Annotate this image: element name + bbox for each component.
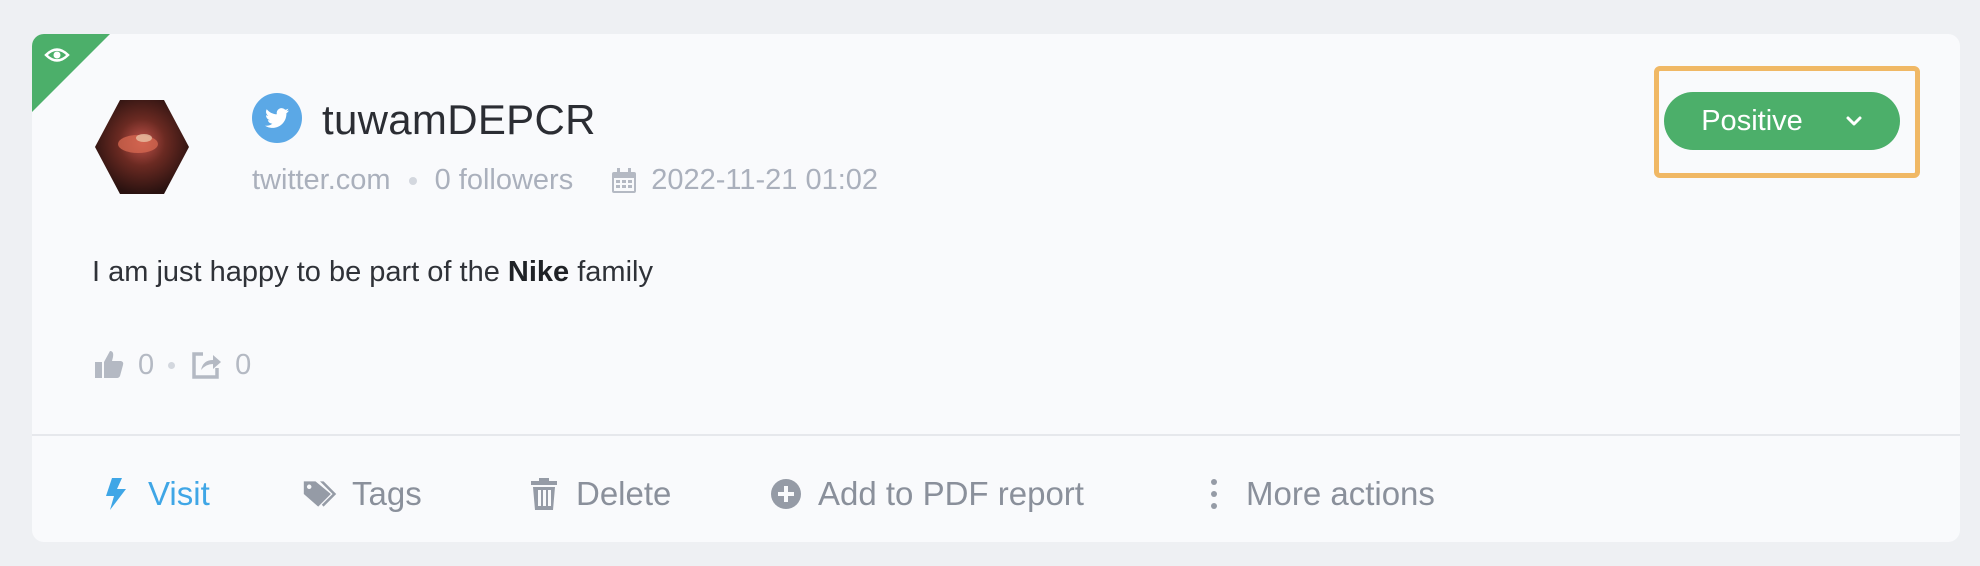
- add-to-pdf-label: Add to PDF report: [818, 475, 1084, 512]
- tags-icon: [303, 481, 337, 507]
- divider: [32, 434, 1960, 436]
- more-actions-label: More actions: [1246, 475, 1435, 512]
- engagement-stats: 0 0: [92, 348, 251, 382]
- shares-count: 0: [235, 348, 252, 381]
- keyword-highlight: Nike: [507, 256, 570, 288]
- separator-dot: [168, 361, 176, 369]
- tags-button[interactable]: Tags: [302, 464, 422, 524]
- delete-button[interactable]: Delete: [526, 464, 671, 524]
- delete-label: Delete: [576, 475, 672, 512]
- post-text: I am just happy to be part of the Nike f…: [92, 256, 653, 289]
- tags-label: Tags: [352, 475, 422, 512]
- share-icon: [192, 352, 222, 379]
- separator-dot: [408, 176, 417, 185]
- author-name[interactable]: tuwamDEPCR: [322, 96, 596, 144]
- plus-circle-icon: [771, 479, 801, 509]
- post-meta: twitter.com 0 followers 2022-11-21 01:02: [252, 164, 878, 197]
- sentiment-label: Positive: [1701, 104, 1803, 137]
- post-text-end: family: [569, 256, 653, 288]
- likes-count: 0: [138, 348, 155, 381]
- vertical-dots-icon: [1211, 479, 1217, 509]
- post-date: 2022-11-21 01:02: [651, 164, 879, 196]
- action-bar: Visit Tags Delete Add to PDF report More…: [32, 464, 1960, 524]
- calendar-icon: [612, 167, 637, 193]
- thumbs-up-icon: [95, 351, 124, 378]
- sentiment-dropdown[interactable]: Positive: [1664, 92, 1900, 150]
- chevron-down-icon: [1846, 116, 1862, 126]
- visit-button[interactable]: Visit: [98, 464, 210, 524]
- eye-icon: [44, 48, 70, 62]
- twitter-icon: [252, 93, 302, 143]
- followers-count: 0 followers: [434, 164, 574, 196]
- add-to-pdf-button[interactable]: Add to PDF report: [768, 464, 1084, 524]
- more-actions-button[interactable]: More actions: [1196, 464, 1435, 524]
- post-text-start: I am just happy to be part of the: [92, 256, 508, 288]
- visit-label: Visit: [148, 475, 210, 512]
- source-link[interactable]: twitter.com: [252, 164, 391, 197]
- bolt-icon: [106, 478, 126, 510]
- mention-card: tuwamDEPCR twitter.com 0 followers 2022-…: [32, 34, 1960, 542]
- avatar[interactable]: [94, 98, 190, 196]
- trash-icon: [531, 478, 557, 510]
